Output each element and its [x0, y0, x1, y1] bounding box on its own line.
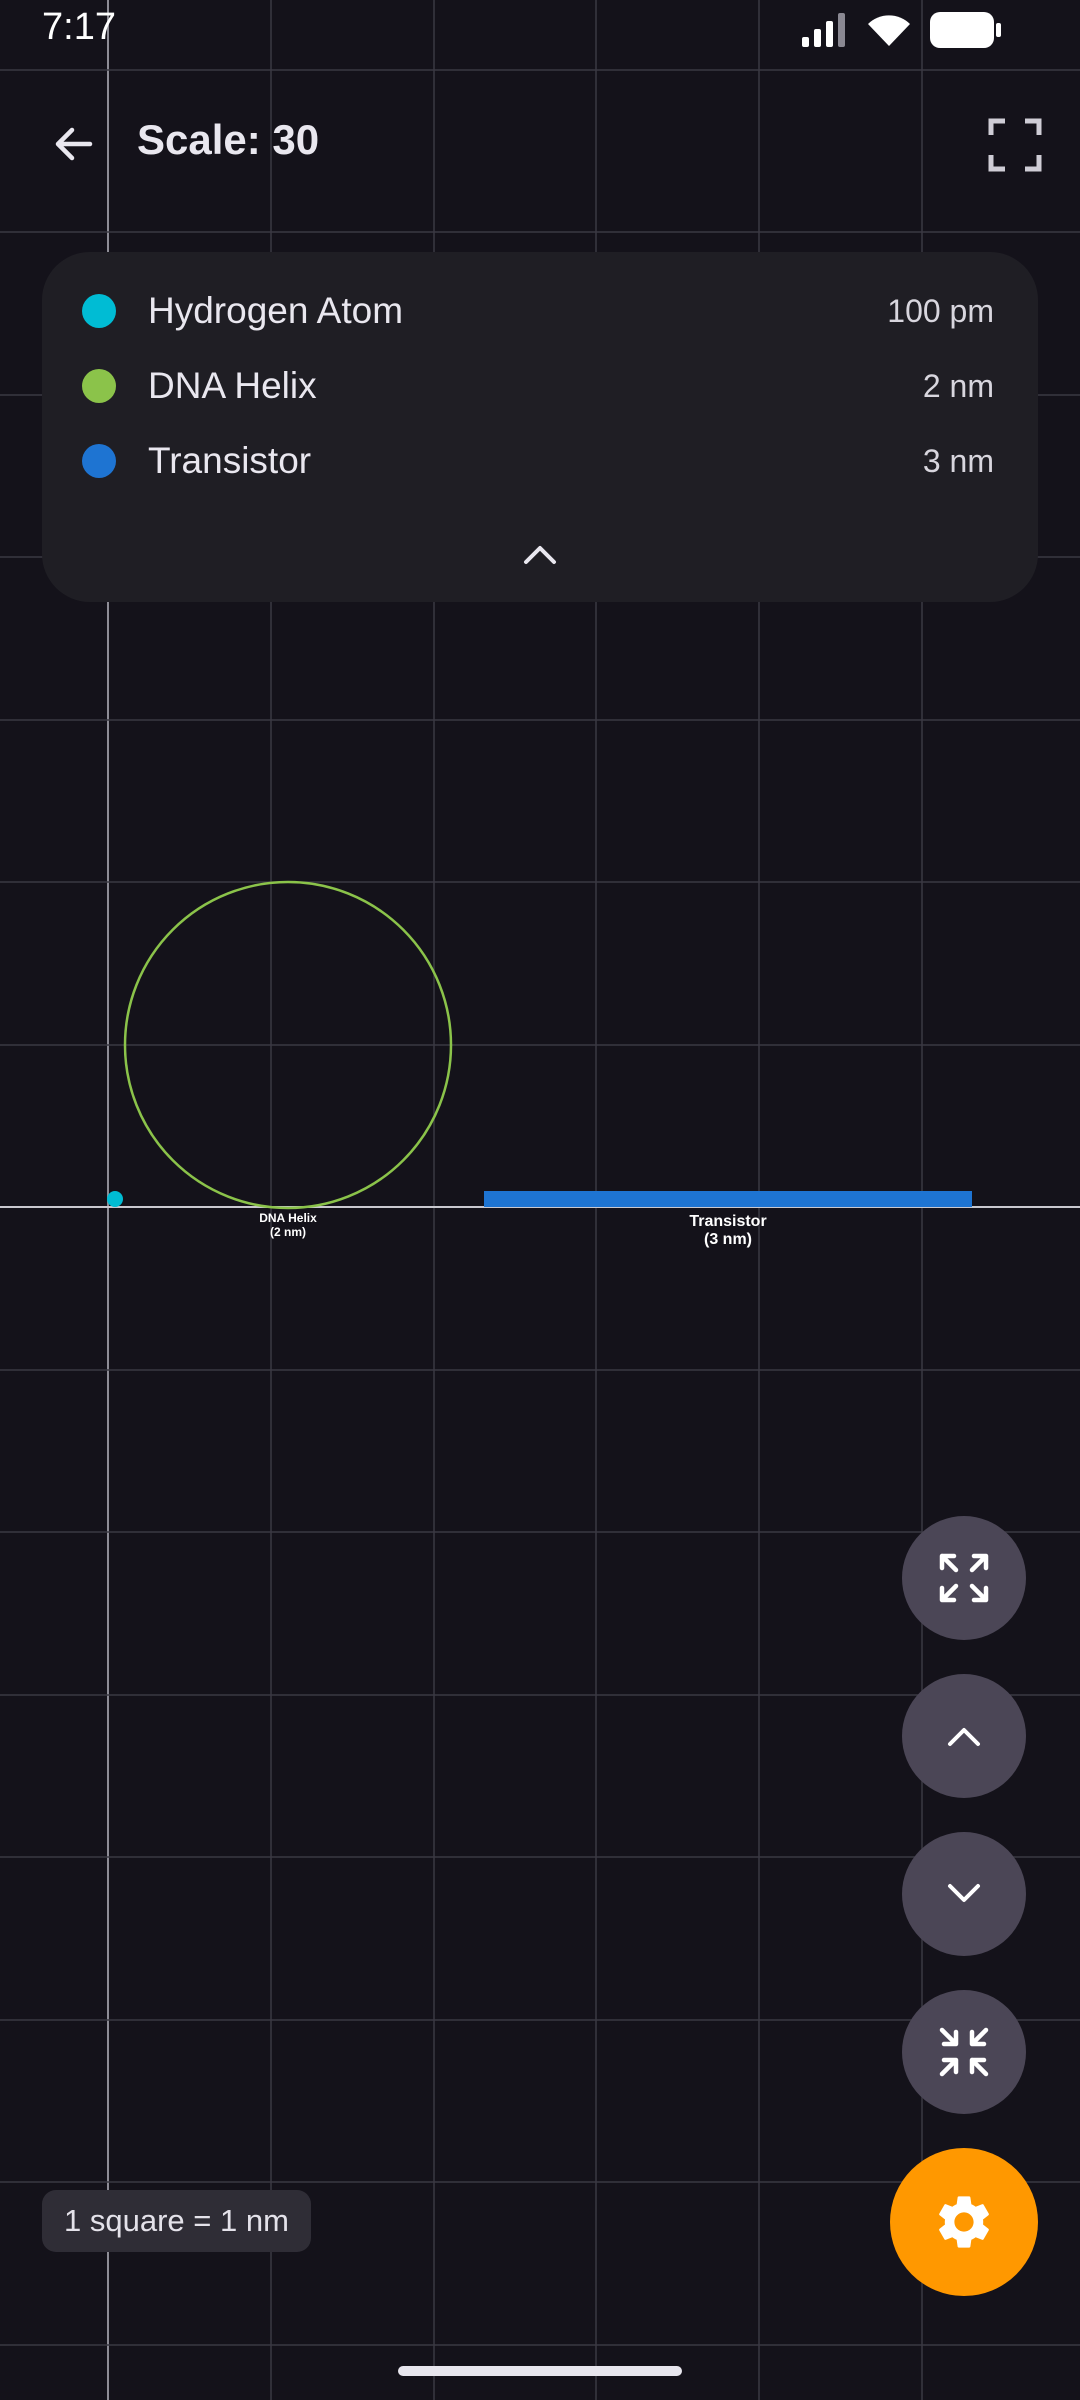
dna-helix-label-name: DNA Helix — [259, 1211, 317, 1225]
legend-item-name: Transistor — [148, 440, 312, 481]
transistor-label: Transistor (3 nm) — [689, 1213, 766, 1250]
transistor-label-name: Transistor — [689, 1213, 767, 1230]
legend-dot — [82, 294, 116, 328]
collapse-arrows-icon — [939, 2027, 989, 2077]
dna-helix-label: DNA Helix (2 nm) — [259, 1211, 317, 1240]
chevron-down-icon — [948, 1884, 980, 1902]
chevron-up-icon — [948, 1728, 980, 1746]
page-title: Scale: 30 — [137, 116, 320, 163]
legend-collapse-button[interactable] — [520, 534, 560, 574]
scroll-down-button[interactable] — [902, 1832, 1026, 1956]
legend-dot — [82, 444, 116, 478]
status-time: 7:17 — [42, 6, 116, 48]
home-indicator[interactable] — [398, 2366, 682, 2376]
hydrogen-atom-shape — [107, 1191, 123, 1207]
legend-item-name: DNA Helix — [148, 365, 317, 406]
wifi-icon — [866, 12, 912, 53]
gear-icon — [939, 2196, 989, 2248]
status-icons — [802, 12, 1002, 53]
fullscreen-button[interactable] — [980, 110, 1050, 180]
back-arrow-icon — [55, 127, 93, 161]
legend-item-size: 3 nm — [922, 442, 994, 479]
legend-item-size: 2 nm — [922, 367, 994, 404]
dna-helix-label-size: (2 nm) — [269, 1224, 306, 1239]
back-button[interactable] — [42, 112, 106, 176]
legend-item-dna-helix[interactable]: DNA Helix 2 nm — [42, 356, 1038, 416]
chevron-up-icon — [524, 546, 556, 564]
legend-item-transistor[interactable]: Transistor 3 nm — [42, 431, 1038, 491]
signal-icon — [802, 13, 848, 52]
legend-item-size: 100 pm — [887, 292, 994, 329]
zoom-out-button[interactable] — [902, 1990, 1026, 2114]
legend-item-name: Hydrogen Atom — [148, 290, 404, 331]
transistor-shape — [484, 1191, 972, 1207]
legend-dot — [82, 369, 116, 403]
zoom-in-button[interactable] — [902, 1516, 1026, 1640]
scroll-up-button[interactable] — [902, 1674, 1026, 1798]
battery-icon — [930, 12, 1002, 53]
fullscreen-icon — [988, 118, 1042, 172]
transistor-label-size: (3 nm) — [703, 1231, 752, 1249]
expand-arrows-icon — [939, 1553, 989, 1603]
legend-panel: Hydrogen Atom 100 pm DNA Helix 2 nm Tran… — [42, 252, 1038, 602]
settings-button[interactable] — [890, 2148, 1038, 2296]
scale-note: 1 square = 1 nm — [42, 2190, 311, 2252]
legend-item-hydrogen-atom[interactable]: Hydrogen Atom 100 pm — [42, 281, 1038, 341]
